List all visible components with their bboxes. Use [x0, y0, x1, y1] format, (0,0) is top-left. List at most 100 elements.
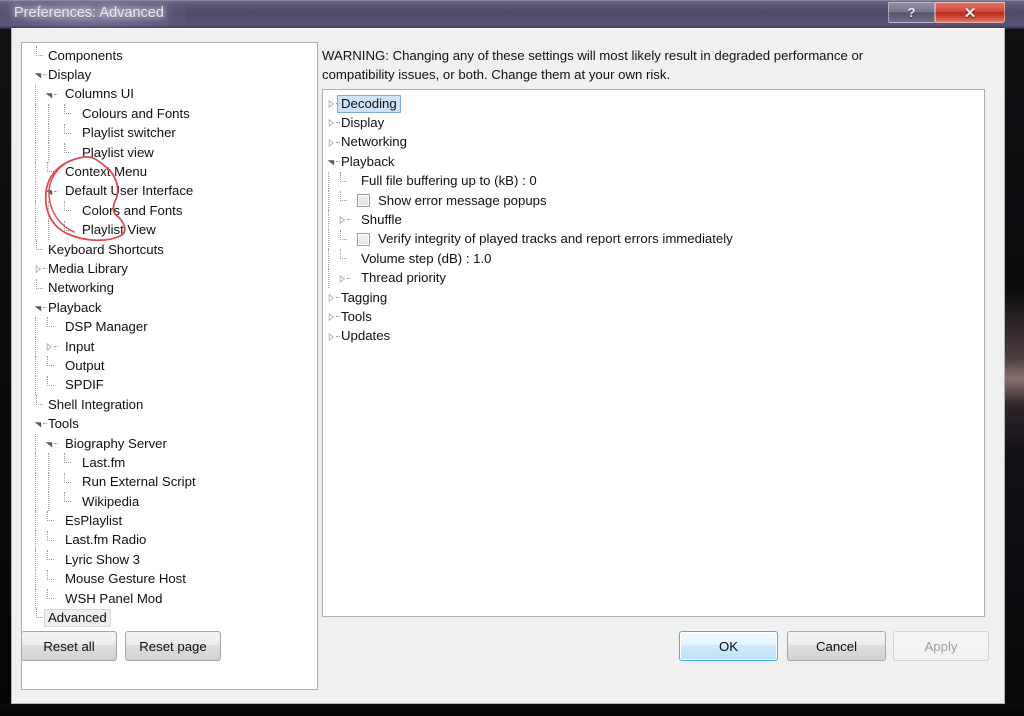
setting-checkbox[interactable]: [357, 194, 370, 208]
chevron-right-icon[interactable]: [323, 307, 340, 326]
tree-guide: [44, 453, 61, 473]
tree-item[interactable]: Tools: [22, 414, 317, 433]
title-bar[interactable]: Preferences: Advanced ? ✕: [0, 0, 1024, 29]
chevron-down-icon[interactable]: [22, 414, 47, 433]
chevron-right-icon[interactable]: [22, 259, 47, 278]
expander-glyph[interactable]: [34, 304, 42, 312]
tree-item[interactable]: Advanced: [22, 608, 317, 628]
advanced-settings-tree[interactable]: Decoding Display Networking Playback Full fi…: [322, 89, 985, 617]
expander-glyph[interactable]: [34, 420, 42, 428]
expander-glyph[interactable]: [45, 188, 53, 196]
tree-tick: [44, 569, 61, 589]
preferences-category-tree[interactable]: Components Display Columns UI Colours and F…: [21, 42, 318, 690]
tree-item[interactable]: Output: [22, 356, 317, 376]
ok-button[interactable]: OK: [679, 631, 778, 661]
chevron-right-icon[interactable]: [323, 327, 340, 346]
expander-glyph[interactable]: [327, 100, 335, 108]
tree-item[interactable]: Full file buffering up to (kB) : 0: [323, 171, 984, 191]
tree-item[interactable]: Last.fm Radio: [22, 530, 317, 551]
expander-glyph[interactable]: [34, 71, 42, 79]
tree-item[interactable]: Shuffle: [323, 210, 984, 230]
tree-item[interactable]: Wikipedia: [22, 491, 317, 512]
tree-item[interactable]: Colours and Fonts: [22, 104, 317, 124]
tree-item[interactable]: Shell Integration: [22, 395, 317, 414]
tree-item[interactable]: Components: [22, 46, 317, 65]
tree-item[interactable]: Playlist View: [22, 220, 317, 240]
expander-glyph[interactable]: [327, 138, 335, 147]
tree-item[interactable]: Media Library: [22, 259, 317, 278]
expander-glyph[interactable]: [338, 274, 346, 283]
tree-item[interactable]: Networking: [22, 278, 317, 298]
chevron-down-icon[interactable]: [44, 85, 61, 104]
window-frame-bottom: [0, 704, 1024, 716]
tree-item[interactable]: Volume step (dB) : 1.0: [323, 249, 984, 269]
chevron-down-icon[interactable]: [22, 298, 47, 317]
expander-glyph[interactable]: [327, 119, 335, 128]
tree-item[interactable]: Run External Script: [22, 472, 317, 492]
tree-item[interactable]: Colors and Fonts: [22, 201, 317, 221]
tree-item[interactable]: Default User Interface: [22, 181, 317, 202]
chevron-down-icon[interactable]: [44, 434, 61, 453]
chevron-right-icon[interactable]: [337, 269, 357, 288]
tree-item[interactable]: Last.fm: [22, 453, 317, 473]
reset-page-button[interactable]: Reset page: [125, 631, 221, 661]
tree-item[interactable]: Context Menu: [22, 162, 317, 182]
tree-tick: [61, 142, 78, 162]
chevron-down-icon[interactable]: [323, 152, 340, 171]
tree-item[interactable]: Updates: [323, 327, 984, 346]
setting-checkbox[interactable]: [357, 232, 370, 246]
tree-item[interactable]: Mouse Gesture Host: [22, 569, 317, 589]
tree-guide: [22, 569, 44, 589]
reset-all-button[interactable]: Reset all: [21, 631, 117, 661]
tree-guide: [44, 104, 61, 124]
chevron-right-icon[interactable]: [323, 133, 340, 152]
tree-item[interactable]: Verify integrity of played tracks and re…: [323, 229, 984, 250]
expander-glyph[interactable]: [327, 332, 335, 341]
tree-item-label: Tools: [341, 308, 372, 324]
chevron-down-icon[interactable]: [44, 182, 61, 201]
tree-item[interactable]: SPDIF: [22, 375, 317, 396]
help-button[interactable]: ?: [888, 2, 935, 23]
tree-item[interactable]: Playback: [323, 152, 984, 171]
tree-item[interactable]: Input: [22, 336, 317, 357]
chevron-right-icon[interactable]: [323, 288, 340, 307]
tree-item[interactable]: EsPlaylist: [22, 511, 317, 531]
tree-item[interactable]: Playlist view: [22, 142, 317, 163]
tree-item-label: Show error message popups: [378, 192, 547, 208]
tree-tick-line: [347, 219, 351, 221]
tree-item[interactable]: Columns UI: [22, 84, 317, 105]
tree-item[interactable]: Show error message popups: [323, 190, 984, 211]
chevron-right-icon[interactable]: [44, 337, 61, 356]
expander-glyph[interactable]: [45, 342, 53, 351]
expander-glyph[interactable]: [327, 293, 335, 302]
chevron-right-icon[interactable]: [323, 94, 340, 113]
tree-item[interactable]: Thread priority: [323, 268, 984, 288]
tree-item[interactable]: Decoding: [323, 94, 984, 113]
expander-glyph[interactable]: [45, 91, 53, 99]
tree-item[interactable]: Tagging: [323, 288, 984, 307]
tree-item[interactable]: WSH Panel Mod: [22, 588, 317, 609]
tree-item[interactable]: Biography Server: [22, 433, 317, 454]
cancel-button[interactable]: Cancel: [787, 631, 886, 661]
apply-button: Apply: [893, 631, 989, 661]
tree-item[interactable]: Playlist switcher: [22, 123, 317, 143]
chevron-right-icon[interactable]: [337, 210, 357, 229]
tree-item[interactable]: Keyboard Shortcuts: [22, 239, 317, 259]
tree-item[interactable]: Playback: [22, 298, 317, 317]
close-button[interactable]: ✕: [935, 2, 1005, 23]
chevron-right-icon[interactable]: [323, 113, 340, 132]
tree-item[interactable]: DSP Manager: [22, 317, 317, 337]
expander-glyph[interactable]: [338, 216, 346, 225]
expander-glyph[interactable]: [327, 158, 335, 166]
tree-item[interactable]: Lyric Show 3: [22, 550, 317, 570]
tree-item[interactable]: Display: [323, 113, 984, 132]
tree-item[interactable]: Networking: [323, 133, 984, 152]
tree-item[interactable]: Display: [22, 65, 317, 84]
tree-item-label: Media Library: [48, 260, 128, 276]
tree-item[interactable]: Tools: [323, 307, 984, 326]
expander-glyph[interactable]: [34, 265, 42, 274]
expander-glyph[interactable]: [327, 313, 335, 322]
window-title: Preferences: Advanced: [14, 5, 164, 21]
chevron-down-icon[interactable]: [22, 65, 47, 84]
expander-glyph[interactable]: [45, 440, 53, 448]
